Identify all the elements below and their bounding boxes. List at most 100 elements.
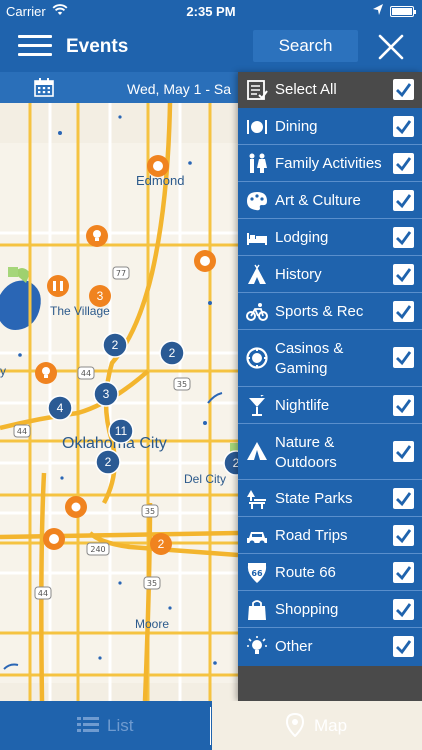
filter-lodging[interactable]: Lodging — [238, 219, 422, 256]
filter-label: Dining — [275, 118, 318, 135]
svg-text:2: 2 — [112, 338, 119, 352]
filter-label: Road Trips — [275, 527, 348, 544]
map-cluster-blue-3[interactable]: 3 — [93, 381, 119, 407]
filter-road-trips[interactable]: Road Trips — [238, 517, 422, 554]
checklist-icon — [247, 80, 268, 100]
highway-shield-44: 44 — [77, 366, 95, 380]
svg-text:35: 35 — [145, 507, 155, 516]
filter-label: Casinos & Gaming — [275, 340, 344, 377]
teepee-icon — [248, 264, 266, 284]
filter-nightlife[interactable]: Nightlife — [238, 387, 422, 424]
map-cluster-blue-4[interactable]: 4 — [47, 395, 73, 421]
filter-nature-outdoors[interactable]: Nature & Outdoors — [238, 424, 422, 480]
bike-icon — [246, 303, 268, 321]
location-arrow-icon — [373, 4, 383, 15]
filter-art-culture[interactable]: Art & Culture — [238, 182, 422, 219]
filter-history[interactable]: History — [238, 256, 422, 293]
svg-text:11: 11 — [115, 424, 128, 438]
svg-text:66: 66 — [251, 569, 263, 578]
park-icon — [247, 490, 266, 509]
label-partial-left: y — [0, 364, 6, 378]
tab-divider — [210, 707, 211, 745]
checkbox-checked-icon[interactable] — [393, 227, 414, 248]
tab-list[interactable]: List — [0, 701, 210, 750]
battery-icon — [390, 6, 416, 17]
map-cluster-blue-2c[interactable]: 2 — [95, 449, 121, 475]
close-icon[interactable] — [376, 32, 406, 62]
casino-chip-icon — [246, 347, 268, 369]
filter-label: Select All — [275, 81, 337, 98]
map-marker-art-3[interactable] — [43, 528, 65, 550]
svg-text:240: 240 — [90, 545, 105, 554]
map-marker-lightbulb[interactable] — [86, 225, 108, 247]
map-marker-lightbulb-2[interactable] — [35, 362, 57, 384]
checkbox-checked-icon[interactable] — [393, 116, 414, 137]
status-time: 2:35 PM — [186, 4, 236, 19]
menu-icon[interactable] — [18, 33, 52, 59]
map-cluster-blue-2a[interactable]: 2 — [102, 332, 128, 358]
map-marker-art-2[interactable] — [194, 250, 216, 272]
filter-state-parks[interactable]: State Parks — [238, 480, 422, 517]
filter-dining[interactable]: Dining — [238, 108, 422, 145]
filter-route-66[interactable]: 66 Route 66 — [238, 554, 422, 591]
bed-icon — [247, 233, 267, 245]
filter-label: Lodging — [275, 229, 329, 246]
svg-text:2: 2 — [169, 346, 176, 360]
checkbox-checked-icon[interactable] — [393, 525, 414, 546]
checkbox-checked-icon[interactable] — [393, 636, 414, 657]
filter-sports-rec[interactable]: Sports & Rec — [238, 293, 422, 330]
checkbox-checked-icon[interactable] — [393, 79, 414, 100]
checkbox-checked-icon[interactable] — [393, 301, 414, 322]
checkbox-checked-icon[interactable] — [393, 441, 414, 462]
tab-map[interactable]: Map — [212, 701, 422, 750]
filter-label: State Parks — [275, 490, 353, 507]
checkbox-checked-icon[interactable] — [393, 190, 414, 211]
bottom-tab-bar: List Map — [0, 701, 422, 750]
filter-other[interactable]: Other — [238, 628, 422, 666]
list-icon — [77, 717, 99, 732]
route66-icon: 66 — [247, 563, 267, 583]
checkbox-checked-icon[interactable] — [393, 347, 414, 368]
filter-family-activities[interactable]: Family Activities — [238, 145, 422, 182]
checkbox-checked-icon[interactable] — [393, 264, 414, 285]
map-marker-dining[interactable] — [65, 496, 87, 518]
svg-text:2: 2 — [105, 455, 112, 469]
family-icon — [249, 153, 267, 173]
map-cluster-blue-2b[interactable]: 2 — [159, 340, 185, 366]
page-title: Events — [66, 36, 129, 57]
map-marker-art[interactable] — [147, 155, 169, 177]
filter-label: Nightlife — [275, 397, 330, 414]
map-cluster-blue-11[interactable]: 11 — [108, 418, 134, 444]
filter-label: Nature & Outdoors — [275, 434, 337, 471]
highway-shield-35-south: 35 — [141, 504, 159, 518]
map-cluster-orange-2[interactable]: 2 — [150, 533, 172, 555]
filter-label: Family Activities — [275, 155, 382, 172]
cocktail-icon — [249, 395, 265, 416]
checkbox-checked-icon[interactable] — [393, 153, 414, 174]
checkbox-checked-icon[interactable] — [393, 395, 414, 416]
filter-label: Other — [275, 638, 313, 655]
tent-icon — [247, 442, 267, 460]
checkbox-checked-icon[interactable] — [393, 599, 414, 620]
filter-shopping[interactable]: Shopping — [238, 591, 422, 628]
filter-casinos-gaming[interactable]: Casinos & Gaming — [238, 330, 422, 387]
label-moore: Moore — [135, 617, 169, 631]
category-filter-panel: Select All Dining Family Activities Art … — [238, 72, 422, 701]
label-del-city: Del City — [184, 472, 226, 486]
tab-list-label: List — [107, 716, 134, 735]
svg-text:3: 3 — [97, 289, 104, 303]
panel-footer — [238, 666, 422, 701]
checkbox-checked-icon[interactable] — [393, 562, 414, 583]
highway-shield-77: 77 — [112, 266, 130, 280]
svg-text:77: 77 — [116, 269, 126, 278]
svg-text:44: 44 — [38, 589, 48, 598]
filter-select-all[interactable]: Select All — [238, 72, 422, 108]
map-cluster-orange-3[interactable]: 3 — [89, 285, 111, 307]
palette-icon — [247, 192, 267, 211]
map-marker-family[interactable] — [47, 275, 69, 297]
checkbox-checked-icon[interactable] — [393, 488, 414, 509]
app-header: Events Search — [0, 22, 422, 72]
search-button[interactable]: Search — [253, 30, 358, 62]
status-bar: Carrier 2:35 PM — [0, 0, 422, 22]
shopping-bag-icon — [248, 600, 266, 620]
